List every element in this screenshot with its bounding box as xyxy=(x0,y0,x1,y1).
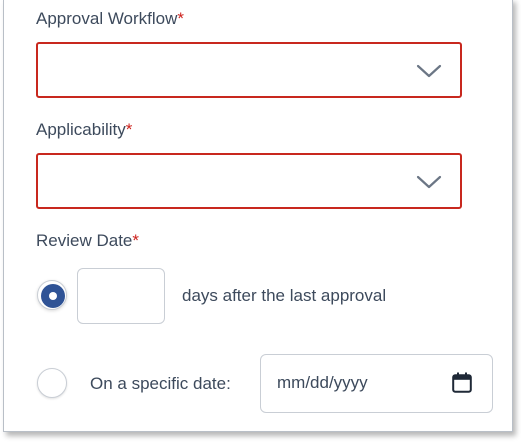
required-asterisk: * xyxy=(132,231,139,250)
chevron-down-icon xyxy=(416,175,442,189)
required-asterisk: * xyxy=(177,9,185,28)
approval-workflow-label-text: Approval Workflow xyxy=(36,9,178,28)
radio-selected-dot xyxy=(41,284,65,308)
chevron-down-icon xyxy=(416,64,442,78)
radio-specific-date[interactable] xyxy=(37,368,67,398)
review-settings-panel: Approval Workflow* Applicability* Review… xyxy=(3,0,513,432)
approval-workflow-select[interactable] xyxy=(36,42,462,98)
applicability-label: Applicability* xyxy=(36,120,132,140)
review-date-label-text: Review Date xyxy=(36,231,133,250)
review-date-label: Review Date* xyxy=(36,231,139,251)
specific-date-label: On a specific date: xyxy=(90,374,231,393)
calendar-icon[interactable] xyxy=(452,372,472,393)
approval-workflow-label: Approval Workflow* xyxy=(36,9,184,29)
days-after-approval-label: days after the last approval xyxy=(182,286,387,305)
specific-date-input[interactable]: mm/dd/yyyy xyxy=(260,354,493,413)
applicability-label-text: Applicability xyxy=(36,120,126,139)
date-placeholder: mm/dd/yyyy xyxy=(277,373,368,392)
applicability-select[interactable] xyxy=(36,153,462,209)
required-asterisk: * xyxy=(125,120,133,139)
radio-days-after-approval[interactable] xyxy=(37,280,67,310)
days-input[interactable] xyxy=(77,268,165,324)
